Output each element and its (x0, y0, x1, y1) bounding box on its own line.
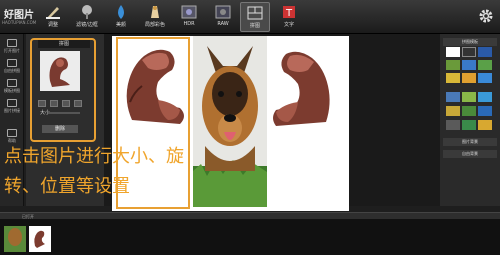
filmstrip-thumb-dog[interactable] (4, 226, 26, 252)
hint-line-2: 转、位置等设置 (4, 176, 130, 197)
tool-hdr[interactable]: HDR (174, 2, 204, 32)
sidebar-item-splice[interactable]: 图片拼接 (2, 98, 22, 116)
template-thumb[interactable] (446, 92, 460, 102)
tool-adjust-label: 调整 (47, 22, 58, 28)
tool-text-label: 文字 (283, 22, 294, 28)
template-thumb[interactable] (446, 120, 460, 130)
template-thumb[interactable] (462, 120, 476, 130)
image-background-header[interactable]: 图片背景 (443, 138, 497, 146)
template-thumb[interactable] (462, 106, 476, 116)
template-thumb[interactable] (478, 47, 492, 57)
text-icon: T (283, 6, 295, 19)
sidebar-item-label: 打开图片 (4, 48, 20, 53)
gear-icon[interactable] (478, 8, 494, 24)
logo-text: 好图片 (4, 10, 34, 21)
template-thumb[interactable] (478, 106, 492, 116)
brush-icon (82, 5, 92, 19)
sidebar-item-label: 自由拼图 (4, 68, 20, 73)
sidebar-item-open[interactable]: 打开图片 (2, 38, 22, 56)
template-thumb[interactable] (446, 60, 460, 70)
sidebar-item-free-collage[interactable]: 自由拼图 (2, 58, 22, 76)
template-thumb[interactable] (478, 92, 492, 102)
app-logo: 好图片 HAOTUPIAN.COM (2, 3, 36, 31)
template-header[interactable]: 拼图模板 (443, 38, 497, 46)
template-icon (7, 79, 17, 87)
filmstrip (0, 219, 500, 255)
sidebar-item-template[interactable]: 模板拼图 (2, 78, 22, 96)
template-thumb[interactable] (478, 60, 492, 70)
tool-adjust[interactable]: 调整 (38, 2, 68, 32)
hdr-icon (181, 5, 197, 19)
template-thumb[interactable] (462, 92, 476, 102)
template-thumb[interactable] (478, 120, 492, 130)
tool-partial-color[interactable]: 局部彩色 (140, 2, 170, 32)
spray-icon (151, 6, 159, 18)
pencil-icon (46, 7, 60, 19)
sidebar-item-label: 图片拼接 (4, 108, 20, 113)
filmstrip-thumb-arm[interactable] (29, 226, 51, 252)
tool-text[interactable]: T 文字 (274, 2, 304, 32)
image-icon (7, 59, 17, 67)
template-thumb[interactable] (446, 47, 460, 57)
logo-subtext: HAOTUPIAN.COM (2, 20, 37, 25)
splice-icon (7, 99, 17, 107)
template-thumb[interactable] (462, 60, 476, 70)
flexed-arm-image-right[interactable] (270, 44, 336, 128)
template-thumb[interactable] (478, 73, 492, 83)
tool-raw[interactable]: RAW (208, 2, 238, 32)
tool-raw-label: RAW (217, 21, 229, 27)
hint-line-1: 点击图片进行大小、旋 (4, 146, 184, 167)
collage-icon (247, 6, 263, 20)
tool-collage-label: 拼图 (249, 23, 260, 29)
panel-highlight (30, 38, 96, 142)
tool-collage[interactable]: 拼图 (240, 2, 270, 32)
top-toolbar: 好图片 HAOTUPIAN.COM 调整 滤镜/边框 美颜 局部彩色 HDR R… (0, 0, 500, 34)
raw-icon (215, 5, 231, 19)
arm-thumbnail-small (34, 230, 45, 248)
sidebar-item-label: 模板拼图 (4, 88, 20, 93)
template-thumb[interactable] (462, 47, 476, 57)
folder-icon (7, 39, 17, 47)
tool-hdr-label: HDR (183, 21, 195, 27)
dog-photo[interactable] (193, 36, 267, 207)
template-thumb[interactable] (462, 73, 476, 83)
tool-filter[interactable]: 滤镜/边框 (72, 2, 102, 32)
dog-thumbnail (8, 228, 22, 246)
tool-filter-label: 滤镜/边框 (76, 22, 98, 28)
tool-partial-color-label: 局部彩色 (144, 22, 165, 28)
free-background-header[interactable]: 自由背景 (443, 150, 497, 158)
template-thumb[interactable] (446, 106, 460, 116)
filmstrip-header: 已打开 (0, 212, 500, 219)
template-thumb[interactable] (446, 73, 460, 83)
svg-text:T: T (285, 8, 293, 19)
help-icon (7, 129, 17, 137)
tool-beauty[interactable]: 美颜 (106, 2, 136, 32)
drop-icon (118, 5, 124, 19)
tool-beauty-label: 美颜 (115, 22, 126, 28)
